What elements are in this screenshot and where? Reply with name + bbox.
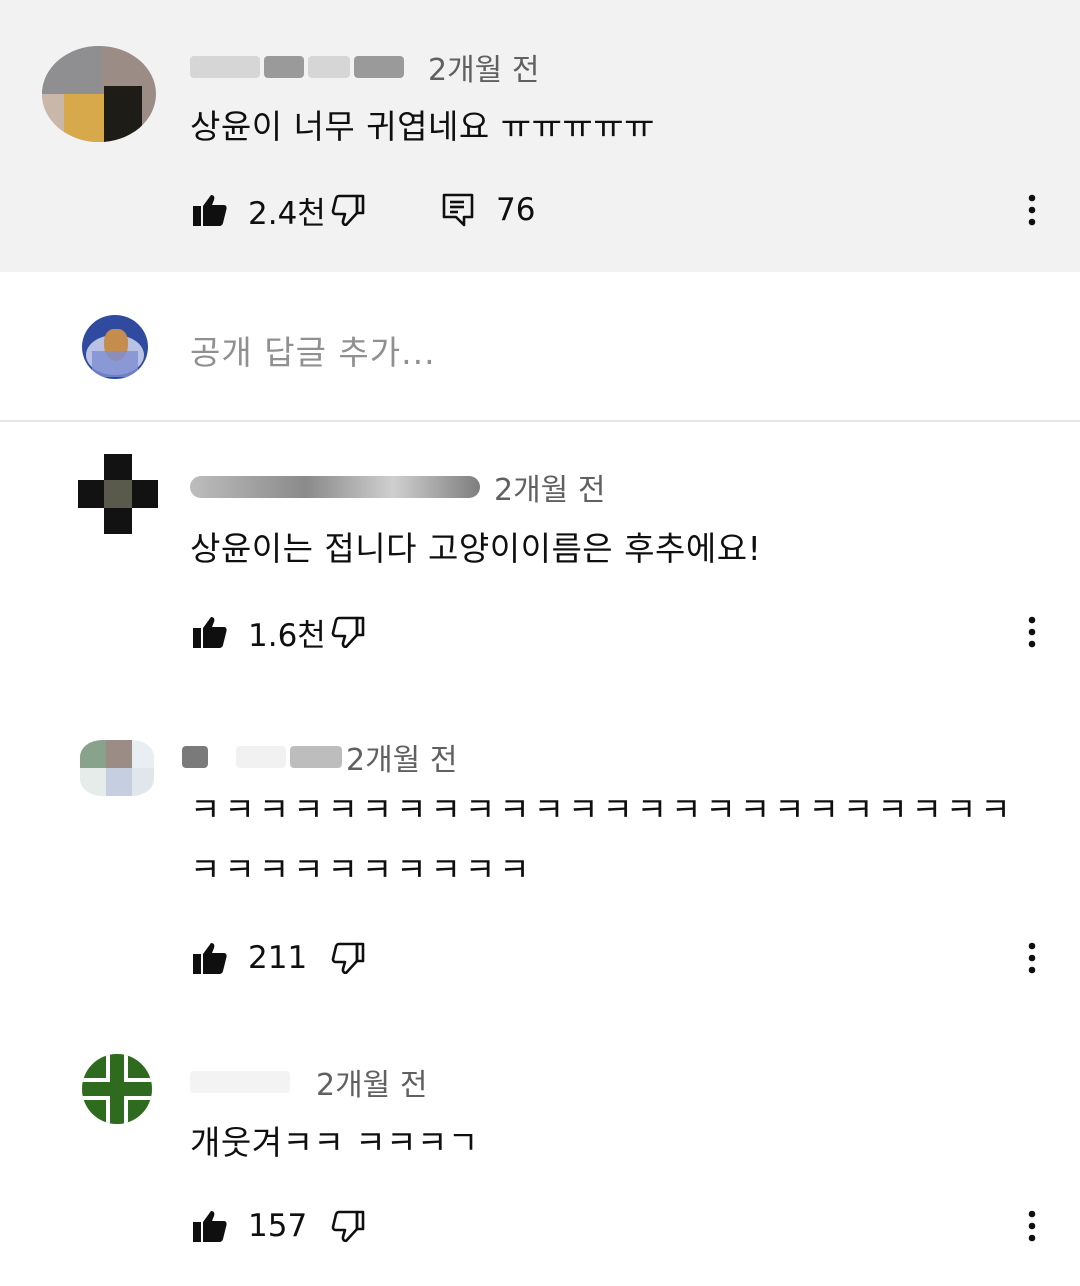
redacted-username bbox=[182, 746, 208, 768]
comment-actions: 157 bbox=[190, 1202, 368, 1250]
redacted-username bbox=[290, 746, 342, 768]
thumb-up-icon[interactable] bbox=[190, 612, 230, 652]
comment-timestamp: 2개월 전 bbox=[494, 473, 606, 508]
redacted-username bbox=[236, 746, 286, 768]
thumb-up-icon[interactable] bbox=[190, 938, 230, 978]
user-avatar bbox=[82, 315, 148, 379]
thumb-down-icon[interactable] bbox=[328, 612, 368, 652]
comment-icon[interactable] bbox=[438, 190, 478, 230]
more-vert-icon[interactable] bbox=[1012, 608, 1052, 656]
comment-actions: 1.6천 bbox=[190, 608, 368, 656]
like-count: 1.6천 bbox=[248, 617, 326, 654]
comment-text: 상윤이 너무 귀엽네요 ㅠㅠㅠㅠㅠ bbox=[190, 107, 656, 146]
redacted-username bbox=[264, 56, 304, 78]
reply-input[interactable]: 공개 답글 추가... bbox=[190, 326, 436, 374]
thumb-down-icon[interactable] bbox=[328, 190, 368, 230]
comment-meta: 2개월 전 bbox=[190, 467, 606, 508]
redacted-username bbox=[190, 56, 260, 78]
comment-text: ㅋㅋㅋㅋㅋㅋㅋㅋㅋㅋㅋㅋㅋㅋㅋㅋㅋㅋㅋㅋㅋㅋㅋㅋㅋㅋㅋㅋㅋㅋㅋㅋㅋㅋ bbox=[190, 790, 1015, 889]
more-vert-icon[interactable] bbox=[1012, 1202, 1052, 1250]
comment-avatar[interactable] bbox=[82, 1054, 152, 1124]
comment-avatar[interactable] bbox=[42, 46, 156, 142]
redacted-username bbox=[308, 56, 350, 78]
comment-timestamp: 2개월 전 bbox=[316, 1068, 428, 1103]
divider bbox=[0, 420, 1080, 422]
thumb-up-icon[interactable] bbox=[190, 1206, 230, 1246]
comment-actions: 2.4천 76 bbox=[190, 186, 586, 234]
comment-text: 상윤이는 접니다 고양이이름은 후추에요! bbox=[190, 529, 762, 568]
redacted-username bbox=[354, 56, 404, 78]
redacted-username bbox=[190, 476, 480, 498]
comment-timestamp: 2개월 전 bbox=[346, 743, 458, 778]
comment-text: 개웃겨ㅋㅋ ㅋㅋㅋㄱ bbox=[190, 1123, 479, 1162]
comment-timestamp: 2개월 전 bbox=[428, 53, 540, 88]
comment-meta: 2개월 전 bbox=[190, 47, 540, 88]
more-vert-icon[interactable] bbox=[1012, 934, 1052, 982]
redacted-username bbox=[190, 1071, 290, 1093]
comment-meta: 2개월 전 bbox=[182, 737, 458, 778]
like-count: 157 bbox=[248, 1208, 308, 1244]
reply-count[interactable]: 76 bbox=[496, 192, 586, 228]
like-count: 2.4천 bbox=[248, 195, 326, 232]
thumb-down-icon[interactable] bbox=[328, 1206, 368, 1246]
thumb-down-icon[interactable] bbox=[328, 938, 368, 978]
comment-avatar[interactable] bbox=[80, 740, 154, 796]
comment-meta: 2개월 전 bbox=[190, 1062, 428, 1103]
comment-avatar[interactable] bbox=[78, 454, 158, 534]
more-vert-icon[interactable] bbox=[1012, 186, 1052, 234]
thumb-up-icon[interactable] bbox=[190, 190, 230, 230]
comment-actions: 211 bbox=[190, 934, 368, 982]
like-count: 211 bbox=[248, 940, 308, 976]
